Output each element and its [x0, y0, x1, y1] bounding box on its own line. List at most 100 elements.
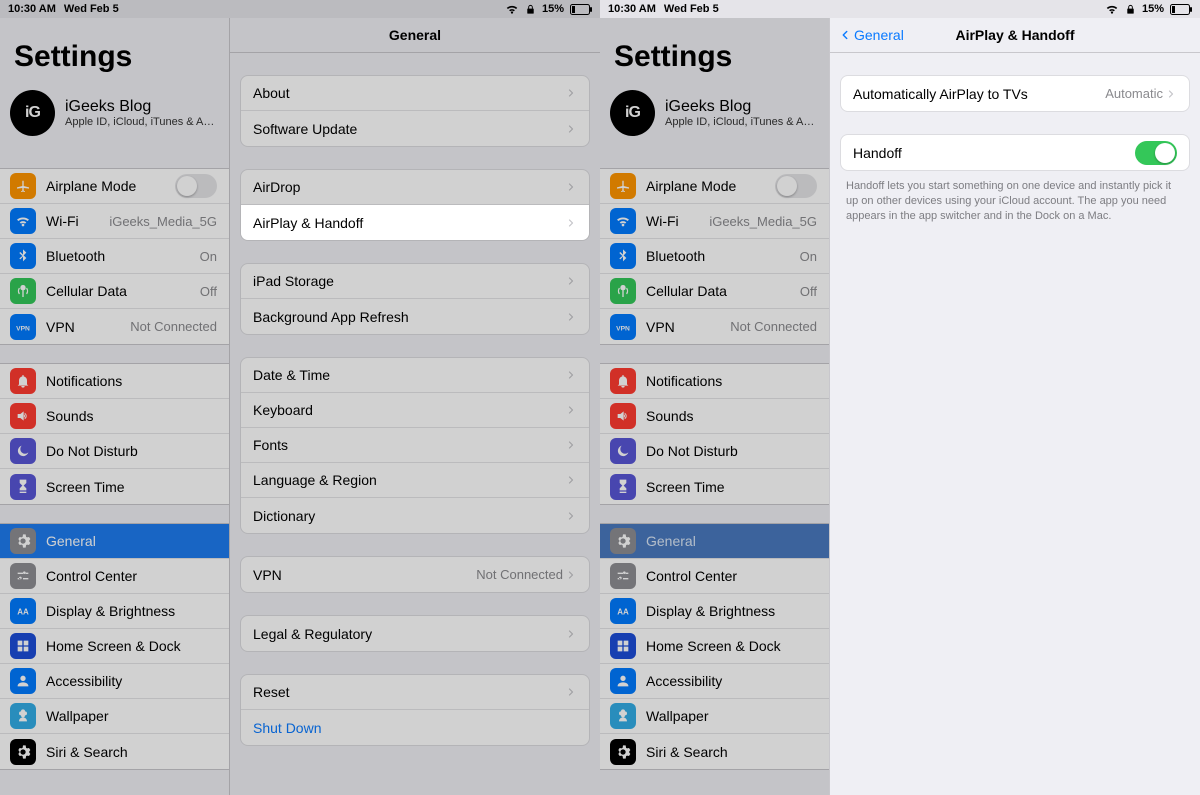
wifi-icon [1105, 2, 1119, 16]
sidebar-item-wi-fi[interactable]: Wi-FiiGeeks_Media_5G [0, 204, 229, 239]
sidebar-item-label: Cellular Data [646, 283, 794, 299]
sidebar-item-label: Screen Time [646, 479, 817, 495]
account-sub: Apple ID, iCloud, iTunes & App St... [665, 116, 815, 128]
row-about[interactable]: About [241, 76, 589, 111]
sidebar-item-screen-time[interactable]: Screen Time [600, 469, 829, 504]
chevron-icon [565, 123, 577, 135]
row-airplay-handoff[interactable]: AirPlay & Handoff [241, 205, 589, 240]
group-legal: Legal & Regulatory [240, 615, 590, 652]
sidebar-item-label: Wallpaper [646, 708, 817, 724]
chevron-icon [565, 404, 577, 416]
sidebar-item-label: Do Not Disturb [646, 443, 817, 459]
sidebar-item-home-screen-dock[interactable]: Home Screen & Dock [600, 629, 829, 664]
sidebar-item-bluetooth[interactable]: BluetoothOn [0, 239, 229, 274]
row-dictionary[interactable]: Dictionary [241, 498, 589, 533]
gear-icon [10, 528, 36, 554]
detail-header: General AirPlay & Handoff [830, 18, 1200, 53]
handoff-toggle[interactable] [1135, 141, 1177, 165]
sidebar-item-control-center[interactable]: Control Center [0, 559, 229, 594]
screenshot-left: 10:30 AM Wed Feb 5 15% Settings iG iGeek… [0, 0, 600, 795]
sidebar-item-home-screen-dock[interactable]: Home Screen & Dock [0, 629, 229, 664]
handoff-note: Handoff lets you start something on one … [830, 171, 1200, 224]
sidebar-item-label: Display & Brightness [46, 603, 217, 619]
antenna-icon [10, 278, 36, 304]
bell-icon [10, 368, 36, 394]
chevron-left-icon [838, 28, 852, 42]
sidebar-item-do-not-disturb[interactable]: Do Not Disturb [600, 434, 829, 469]
detail-title: AirPlay & Handoff [955, 27, 1074, 43]
chevron-icon [565, 569, 577, 581]
airplane-toggle[interactable] [175, 174, 217, 198]
grid-icon [610, 633, 636, 659]
chevron-icon [565, 510, 577, 522]
row-language-region[interactable]: Language & Region [241, 463, 589, 498]
wifi-icon [10, 208, 36, 234]
sidebar-item-accessibility[interactable]: Accessibility [600, 664, 829, 699]
sidebar-item-general[interactable]: General [600, 524, 829, 559]
row-handoff[interactable]: Handoff [841, 135, 1189, 170]
sidebar-item-notifications[interactable]: Notifications [600, 364, 829, 399]
sidebar-item-notifications[interactable]: Notifications [0, 364, 229, 399]
row-airdrop[interactable]: AirDrop [241, 170, 589, 205]
row-bg-refresh[interactable]: Background App Refresh [241, 299, 589, 334]
sidebar-item-control-center[interactable]: Control Center [600, 559, 829, 594]
sidebar-item-siri-search[interactable]: Siri & Search [0, 734, 229, 769]
battery-icon [570, 4, 592, 15]
group-handoff: Handoff [840, 134, 1190, 171]
row-legal[interactable]: Legal & Regulatory [241, 616, 589, 651]
sidebar-item-wallpaper[interactable]: Wallpaper [600, 699, 829, 734]
sidebar-item-display-brightness[interactable]: Display & Brightness [600, 594, 829, 629]
sidebar-item-label: Sounds [646, 408, 817, 424]
person-icon [610, 668, 636, 694]
sidebar-item-wi-fi[interactable]: Wi-FiiGeeks_Media_5G [600, 204, 829, 239]
sidebar-item-sounds[interactable]: Sounds [600, 399, 829, 434]
sidebar-item-accessibility[interactable]: Accessibility [0, 664, 229, 699]
apple-id-row[interactable]: iG iGeeks Blog Apple ID, iCloud, iTunes … [0, 84, 229, 150]
sidebar-item-label: Do Not Disturb [46, 443, 217, 459]
sidebar-item-vpn[interactable]: VPNNot Connected [600, 309, 829, 344]
back-button[interactable]: General [838, 27, 904, 43]
row-auto-airplay[interactable]: Automatically AirPlay to TVs Automatic [841, 76, 1189, 111]
sidebar-item-general[interactable]: General [0, 524, 229, 559]
sidebar-item-label: Notifications [646, 373, 817, 389]
sidebar-item-label: General [646, 533, 817, 549]
avatar: iG [10, 90, 55, 136]
airplane-toggle[interactable] [775, 174, 817, 198]
row-date-time[interactable]: Date & Time [241, 358, 589, 393]
row-ipad-storage[interactable]: iPad Storage [241, 264, 589, 299]
row-software-update[interactable]: Software Update [241, 111, 589, 146]
status-bar: 10:30 AM Wed Feb 5 15% [600, 0, 1200, 18]
sidebar-item-cellular-data[interactable]: Cellular DataOff [0, 274, 229, 309]
row-reset[interactable]: Reset [241, 675, 589, 710]
sidebar-item-sounds[interactable]: Sounds [0, 399, 229, 434]
row-keyboard[interactable]: Keyboard [241, 393, 589, 428]
apple-id-row[interactable]: iG iGeeks Blog Apple ID, iCloud, iTunes … [600, 84, 829, 150]
sidebar-item-siri-search[interactable]: Siri & Search [600, 734, 829, 769]
chevron-icon [565, 217, 577, 229]
sidebar-item-label: Wallpaper [46, 708, 217, 724]
sidebar-item-airplane-mode[interactable]: Airplane Mode [0, 169, 229, 204]
sidebar-item-label: Home Screen & Dock [46, 638, 217, 654]
sidebar-item-airplane-mode[interactable]: Airplane Mode [600, 169, 829, 204]
row-shutdown[interactable]: Shut Down [241, 710, 589, 745]
sidebar-item-label: VPN [46, 319, 124, 335]
sidebar-group-general: GeneralControl Center Display & Brightnes… [0, 523, 229, 770]
avatar: iG [610, 90, 655, 136]
sidebar-item-bluetooth[interactable]: BluetoothOn [600, 239, 829, 274]
chevron-icon [565, 181, 577, 193]
sidebar-item-label: Wi-Fi [46, 213, 103, 229]
sidebar-item-label: Accessibility [46, 673, 217, 689]
row-vpn[interactable]: VPNNot Connected [241, 557, 589, 592]
sidebar-item-cellular-data[interactable]: Cellular DataOff [600, 274, 829, 309]
aa-icon [610, 598, 636, 624]
sidebar-item-do-not-disturb[interactable]: Do Not Disturb [0, 434, 229, 469]
sidebar-item-wallpaper[interactable]: Wallpaper [0, 699, 229, 734]
sidebar-item-label: Control Center [646, 568, 817, 584]
sidebar-item-label: Airplane Mode [646, 178, 775, 194]
row-fonts[interactable]: Fonts [241, 428, 589, 463]
sidebar-item-vpn[interactable]: VPNNot Connected [0, 309, 229, 344]
sidebar-item-display-brightness[interactable]: Display & Brightness [0, 594, 229, 629]
account-name: iGeeks Blog [665, 98, 815, 116]
wifi-icon [610, 208, 636, 234]
sidebar-item-screen-time[interactable]: Screen Time [0, 469, 229, 504]
